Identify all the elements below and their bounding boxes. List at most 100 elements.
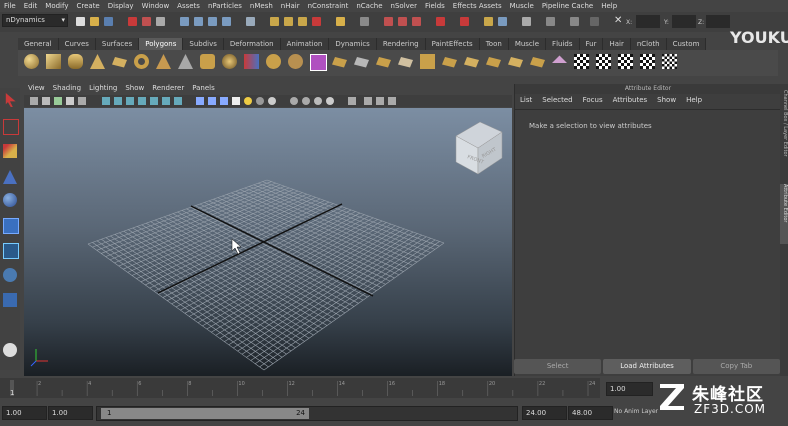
grid-toggle-icon[interactable]: [102, 97, 110, 105]
menu-nmesh[interactable]: nMesh: [246, 2, 277, 10]
spherical-mapping-icon[interactable]: [640, 54, 655, 69]
camera-select-icon[interactable]: [30, 97, 38, 105]
tab-curves[interactable]: Curves: [58, 38, 96, 50]
camera-attributes-icon[interactable]: [42, 97, 50, 105]
image-plane-icon[interactable]: [66, 97, 74, 105]
y-coord-field[interactable]: [672, 15, 696, 28]
new-scene-icon[interactable]: [76, 17, 85, 26]
menu-set-select[interactable]: nDynamics ▾: [2, 14, 68, 27]
poly-prism-icon[interactable]: [156, 54, 171, 69]
menu-display[interactable]: Display: [104, 2, 138, 10]
time-slider[interactable]: 2 4 6 8 10 12 14 16 18 20 22 24 1: [0, 378, 600, 398]
snap-plane-icon[interactable]: [222, 17, 231, 26]
split-polygon-icon[interactable]: [420, 54, 435, 69]
panel-layout-icon[interactable]: [364, 97, 372, 105]
hypershade-icon[interactable]: [412, 17, 421, 26]
insert-edge-loop-icon[interactable]: [442, 57, 457, 68]
select-hierarchy-icon[interactable]: [128, 17, 137, 26]
textured-icon[interactable]: [232, 97, 240, 105]
move-tool-icon[interactable]: [3, 170, 17, 184]
last-tool-icon[interactable]: [3, 343, 17, 357]
menu-nhair[interactable]: nHair: [277, 2, 304, 10]
lock-icon[interactable]: [336, 17, 345, 26]
tab-animation[interactable]: Animation: [280, 38, 330, 50]
menu-nconstraint[interactable]: nConstraint: [304, 2, 353, 10]
poly-torus-icon[interactable]: [134, 54, 149, 69]
tab-polygons[interactable]: Polygons: [139, 38, 184, 50]
tab-painteffects[interactable]: PaintEffects: [425, 38, 480, 50]
ae-menu-selected[interactable]: Selected: [537, 96, 577, 104]
channel-box-tab[interactable]: Channel Box / Layer Editor: [780, 90, 788, 180]
show-manipulator-icon[interactable]: [436, 17, 445, 26]
animation-start-field[interactable]: 1.00: [2, 406, 47, 420]
ipr-render-icon[interactable]: [284, 17, 293, 26]
two-d-pan-icon[interactable]: [78, 97, 86, 105]
render-view-icon[interactable]: [398, 17, 407, 26]
triangulate-icon[interactable]: [552, 55, 567, 63]
input-line-icon[interactable]: [360, 17, 369, 26]
menu-create[interactable]: Create: [72, 2, 103, 10]
use-all-lights-icon[interactable]: [244, 97, 252, 105]
load-attributes-button[interactable]: Load Attributes: [603, 359, 691, 374]
tab-dynamics[interactable]: Dynamics: [329, 38, 377, 50]
tab-muscle[interactable]: Muscle: [508, 38, 547, 50]
tab-fluids[interactable]: Fluids: [546, 38, 580, 50]
poly-cube-icon[interactable]: [46, 54, 61, 69]
copy-tab-button[interactable]: Copy Tab: [692, 359, 780, 374]
absolute-transform-icon[interactable]: [570, 17, 579, 26]
lasso-tool-icon[interactable]: [3, 119, 19, 135]
tab-ncloth[interactable]: nCloth: [630, 38, 667, 50]
poly-cylinder-icon[interactable]: [68, 54, 83, 69]
snap-curve-icon[interactable]: [194, 17, 203, 26]
save-scene-icon[interactable]: [104, 17, 113, 26]
anim-layer-label[interactable]: No Anim Layer: [614, 408, 658, 415]
render-settings-icon[interactable]: [298, 17, 307, 26]
planar-mapping-icon[interactable]: [596, 54, 611, 69]
bevel-icon[interactable]: [486, 57, 501, 68]
merge-icon[interactable]: [508, 57, 523, 68]
tab-subdivs[interactable]: Subdivs: [183, 38, 224, 50]
ae-menu-show[interactable]: Show: [652, 96, 681, 104]
poly-pipe-icon[interactable]: [200, 54, 215, 69]
tab-toon[interactable]: Toon: [479, 38, 509, 50]
tab-deformation[interactable]: Deformation: [223, 38, 281, 50]
film-gate-icon[interactable]: [114, 97, 122, 105]
mirror-geometry-icon[interactable]: [310, 54, 327, 71]
poly-helix-icon[interactable]: [222, 54, 237, 69]
xray-components-icon[interactable]: [314, 97, 322, 105]
open-scene-icon[interactable]: [90, 17, 99, 26]
viewport-menu-view[interactable]: View: [24, 84, 49, 94]
safe-action-icon[interactable]: [162, 97, 170, 105]
settings-icon[interactable]: [388, 97, 396, 105]
paint-select-icon[interactable]: [3, 144, 17, 158]
view-cube[interactable]: FRONT RIGHT: [455, 121, 503, 175]
tab-rendering[interactable]: Rendering: [376, 38, 426, 50]
universal-manipulator-icon[interactable]: [3, 243, 19, 259]
snap-point-icon[interactable]: [208, 17, 217, 26]
separate-icon[interactable]: [266, 54, 281, 69]
tab-custom[interactable]: Custom: [666, 38, 707, 50]
render-frame-icon[interactable]: [270, 17, 279, 26]
rotate-tool-icon[interactable]: [3, 193, 17, 207]
menu-window[interactable]: Window: [138, 2, 174, 10]
current-time-field[interactable]: 1.00: [606, 382, 653, 396]
viewport-menu-panels[interactable]: Panels: [188, 84, 219, 94]
select-object-icon[interactable]: [142, 17, 151, 26]
xray-icon[interactable]: [290, 97, 298, 105]
coord-mode-icon[interactable]: ✕: [614, 15, 622, 26]
select-tool-icon[interactable]: [5, 93, 16, 107]
append-polygon-icon[interactable]: [376, 57, 391, 68]
tab-general[interactable]: General: [18, 38, 59, 50]
isolate-select-icon[interactable]: [326, 97, 334, 105]
smooth-icon[interactable]: [288, 54, 303, 69]
snap-grid-icon[interactable]: [180, 17, 189, 26]
perspective-viewport[interactable]: FRONT RIGHT: [24, 108, 512, 376]
fill-hole-icon[interactable]: [398, 57, 413, 68]
viewport-menu-shading[interactable]: Shading: [49, 84, 85, 94]
safe-title-icon[interactable]: [174, 97, 182, 105]
viewport-menu-show[interactable]: Show: [121, 84, 148, 94]
lock-camera-icon[interactable]: [348, 97, 356, 105]
poly-pyramid-icon[interactable]: [178, 54, 193, 69]
gate-mask-icon[interactable]: [138, 97, 146, 105]
ae-menu-help[interactable]: Help: [681, 96, 707, 104]
